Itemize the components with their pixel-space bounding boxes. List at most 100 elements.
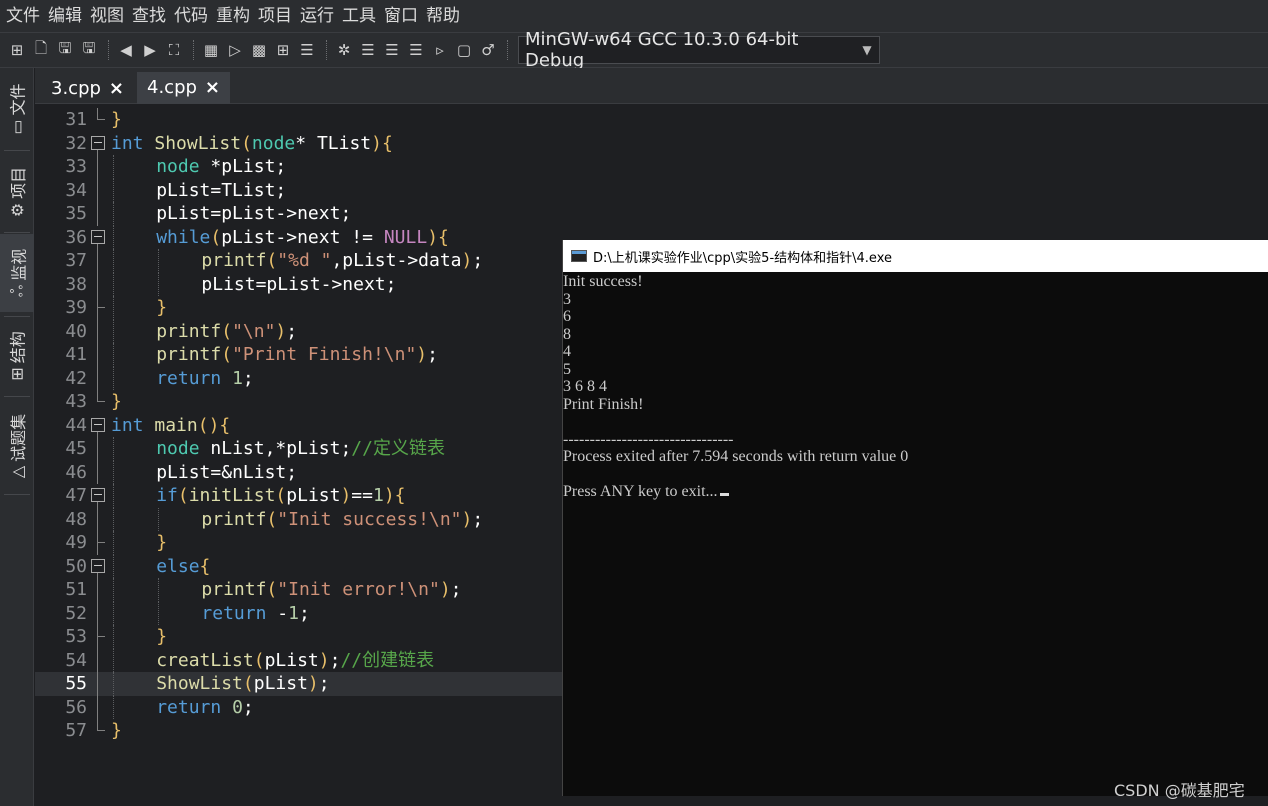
menu-window[interactable]: 窗口 [382,0,424,32]
menu-bar: 文件 编辑 视图 查找 代码 重构 项目 运行 工具 窗口 帮助 [0,0,1268,32]
watermark: CSDN @碳基肥宅 [1114,781,1245,800]
console-line: -------------------------------- [563,431,734,449]
profile-icon[interactable]: ♂ [477,39,499,61]
menu-file[interactable]: 文件 [4,0,46,32]
console-titlebar[interactable]: D:\上机课实验作业\cpp\实验5-结构体和指针\4.exe [563,240,1268,272]
indent-guide [113,460,114,484]
console-line: 5 [563,361,571,379]
fold-guide [90,578,106,602]
menu-view[interactable]: 视图 [88,0,130,32]
console-line: 8 [563,326,571,344]
new-project-icon[interactable]: ⊞ [6,39,28,61]
new-file-icon[interactable]: 🗋 [30,39,52,61]
fold-toggle-icon[interactable] [90,484,106,508]
indent-guide [113,202,114,226]
save-all-icon[interactable]: 🖫 [78,39,100,61]
debug-icon[interactable]: ✲ [333,39,355,61]
text-cursor [719,493,729,496]
fold-guide [90,695,106,719]
step-into-icon[interactable]: ☰ [381,39,403,61]
fold-guide [90,437,106,461]
menu-tools[interactable]: 工具 [340,0,382,32]
side-tab-structure[interactable]: ⊞ 结构 [0,320,34,392]
menu-edit[interactable]: 编辑 [46,0,88,32]
side-tab-label: 文件 [9,83,29,116]
run-icon[interactable]: ▷ [224,39,246,61]
compiler-select-value: MinGW-w64 GCC 10.3.0 64-bit Debug [525,29,799,71]
step-over-icon[interactable]: ☰ [357,39,379,61]
side-tab-problem-set[interactable]: △ 试题集 [0,402,34,490]
code-text: } [156,297,168,318]
indent-guide [113,319,114,343]
line-number: 53 [65,626,87,647]
code-line[interactable]: 34 pList=TList; [35,178,1268,202]
options-icon[interactable]: ☰ [296,39,318,61]
indent-guide [113,155,114,179]
code-text: printf("\n"); [156,320,298,342]
fold-guide [90,366,106,390]
code-text: node *pList; [156,156,287,177]
toolbar: ⊞ 🗋 🖫 🖫 ◀ ▶ ⛶ ▦ ▷ ▩ ⊞ ☰ ✲ ☰ ☰ ☰ ▹ ▢ ♂ Mi… [0,29,1268,71]
close-icon[interactable]: × [205,77,220,98]
back-icon[interactable]: ◀ [115,39,137,61]
code-text: } [111,720,122,741]
line-number: 42 [65,367,87,389]
divider [4,232,30,233]
code-text: else{ [156,555,211,577]
compiler-select[interactable]: MinGW-w64 GCC 10.3.0 64-bit Debug ▼ [518,29,880,71]
tab-3cpp[interactable]: 3.cpp × [41,72,134,104]
fullscreen-icon[interactable]: ⛶ [163,39,185,61]
console-line: Init success! [563,273,643,291]
fold-toggle-icon[interactable] [90,414,106,438]
console-line-text: 6 [563,308,571,325]
menu-search[interactable]: 查找 [130,0,172,32]
console-line: 3 [563,291,571,309]
menu-run[interactable]: 运行 [298,0,340,32]
close-icon[interactable]: × [109,78,124,99]
save-icon[interactable]: 🖫 [54,39,76,61]
forward-icon[interactable]: ▶ [139,39,161,61]
side-tab-project[interactable]: ⚙ 项目 [0,156,34,228]
rebuild-icon[interactable]: ⊞ [272,39,294,61]
side-tab-files[interactable]: ▭ 文件 [0,74,34,144]
console-line-text: 8 [563,325,571,343]
code-line[interactable]: 32 int ShowList(node* TList){ [35,132,1268,156]
code-text: int ShowList(node* TList){ [111,132,393,154]
indent-guide [113,648,114,672]
continue-icon[interactable]: ▹ [429,39,451,61]
line-number: 37 [65,250,87,271]
console-line: 4 [563,343,571,361]
code-line[interactable]: 31} [35,108,1268,132]
indent-guide [113,554,114,578]
console-line: Press ANY key to exit... [563,483,729,501]
menu-refactor[interactable]: 重构 [214,0,256,32]
tab-4cpp[interactable]: 4.cpp × [137,72,231,104]
fold-guide [90,343,106,367]
console-window[interactable]: D:\上机课实验作业\cpp\实验5-结构体和指针\4.exe Init suc… [562,240,1268,796]
side-tab-watch[interactable]: ஃ 监视 [0,234,34,312]
menu-project[interactable]: 项目 [256,0,298,32]
fold-toggle-icon[interactable] [90,226,106,250]
fold-guide [90,460,106,484]
stop-icon[interactable]: ▢ [453,39,475,61]
line-number: 43 [65,391,87,412]
code-text: creatList(pList);//创建链表 [156,649,435,671]
step-out-icon[interactable]: ☰ [405,39,427,61]
menu-code[interactable]: 代码 [172,0,214,32]
indent-guide [113,366,114,390]
fold-guide [90,672,106,696]
fold-toggle-icon[interactable] [90,555,106,579]
console-line-text: 4 [563,343,571,360]
code-line[interactable]: 33 node *pList; [35,155,1268,179]
console-line-text: -------------------------------- [563,430,734,448]
console-line: Print Finish! [563,396,643,414]
indent-guide [113,296,114,320]
menu-help[interactable]: 帮助 [424,0,466,32]
fold-toggle-icon[interactable] [90,132,106,156]
code-text: } [156,532,168,553]
compile-run-icon[interactable]: ▩ [248,39,270,61]
compile-icon[interactable]: ▦ [200,39,222,61]
indent-guide [158,507,160,531]
indent-guide [113,531,114,555]
code-line[interactable]: 35 pList=pList->next; [35,202,1268,226]
